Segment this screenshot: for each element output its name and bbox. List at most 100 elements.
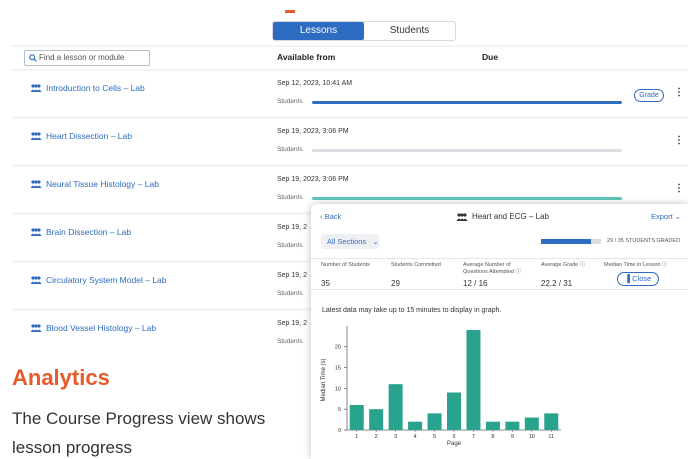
- lesson-title: Heart Dissection – Lab: [46, 131, 132, 141]
- stat-value: 35: [321, 279, 330, 288]
- lesson-title: Brain Dissection – Lab: [46, 227, 132, 237]
- lesson-title: Introduction to Cells – Lab: [46, 83, 145, 93]
- group-icon: [30, 84, 42, 92]
- bar-chart-icon: ▐: [624, 274, 631, 283]
- more-options-icon[interactable]: ⋮: [674, 136, 684, 146]
- stat-median-time: Median Time in Lesson ⓘ: [604, 262, 686, 269]
- bar: [466, 330, 481, 430]
- lesson-name[interactable]: Blood Vessel Histology – Lab: [30, 323, 156, 333]
- x-tick-label: 9: [511, 434, 514, 440]
- stat-label-text: Average Number of Questions Attempted: [463, 262, 515, 275]
- top-bar: Lessons Students: [12, 15, 688, 45]
- progress-fill: [312, 101, 622, 104]
- lesson-name[interactable]: Circulatory System Model – Lab: [30, 275, 166, 285]
- progress-bar: [312, 101, 622, 104]
- students-label: Students: [277, 194, 303, 201]
- back-link[interactable]: ‹ Back: [320, 212, 341, 221]
- card-title-text: Heart and ECG – Lab: [472, 212, 549, 221]
- students-label: Students: [277, 98, 303, 105]
- graded-count: 29 / 35 STUDENTS GRADED: [607, 238, 681, 244]
- accent-mark: [285, 10, 295, 13]
- lesson-row[interactable]: Introduction to Cells – Lab Sep 12, 2023…: [12, 71, 688, 116]
- bar: [408, 421, 423, 430]
- y-tick-label: 15: [335, 366, 341, 372]
- x-tick-label: 1: [355, 434, 358, 440]
- y-tick-label: 20: [335, 345, 341, 351]
- section-select[interactable]: All Sections ⌄: [321, 234, 379, 249]
- graded-progress-bar: [541, 239, 601, 244]
- stat-label-text: Median Time in Lesson: [604, 262, 661, 268]
- bar: [388, 384, 403, 430]
- bar: [485, 421, 500, 430]
- tab-students[interactable]: Students: [364, 22, 455, 40]
- median-time-bar-chart: 0 5 10 15 20 1 2 3 4 5 6 7 8 9 10 11 Page Median Time (s): [321, 326, 561, 447]
- bar: [427, 413, 442, 430]
- description-text: The Course Progress view shows lesson pr…: [12, 409, 266, 457]
- close-button-label: Close: [632, 274, 652, 283]
- stat-label-text: Average Grade: [541, 262, 579, 268]
- x-tick-label: 8: [491, 434, 494, 440]
- stat-label: Median Time in Lesson ⓘ: [604, 262, 686, 269]
- lesson-row[interactable]: Heart Dissection – Lab Sep 19, 2023, 3:0…: [12, 119, 688, 164]
- close-button[interactable]: ▐ Close: [617, 272, 659, 286]
- chevron-down-icon: ⌄: [372, 237, 379, 246]
- analytics-heading: Analytics: [12, 365, 110, 390]
- data-delay-note: Latest data may take up to 15 minutes to…: [322, 307, 502, 314]
- view-tabs: Lessons Students: [272, 21, 456, 41]
- column-available-from: Available from: [277, 52, 336, 62]
- x-tick-label: 5: [433, 434, 436, 440]
- students-label: Students: [277, 290, 303, 297]
- available-date: Sep 19, 2: [277, 224, 307, 231]
- students-label: Students: [277, 338, 303, 345]
- progress-bar: [312, 149, 622, 152]
- stat-label: Number of Students: [321, 262, 370, 268]
- lesson-title: Neural Tissue Histology – Lab: [46, 179, 159, 189]
- info-icon: ⓘ: [579, 262, 586, 268]
- stat-label: Students Committed: [391, 262, 441, 268]
- students-label: Students: [277, 146, 303, 153]
- y-tick-label: 5: [338, 407, 341, 413]
- export-button[interactable]: Export ⌄: [651, 212, 681, 221]
- x-tick-label: 10: [529, 434, 535, 440]
- section-select-label: All Sections: [327, 237, 367, 246]
- available-date: Sep 19, 2: [277, 320, 307, 327]
- group-icon: [30, 228, 42, 236]
- y-tick-label: 0: [338, 428, 341, 434]
- y-tick-label: 10: [335, 386, 341, 392]
- grade-button[interactable]: Grade: [634, 89, 664, 102]
- bar: [524, 417, 539, 430]
- lesson-name[interactable]: Neural Tissue Histology – Lab: [30, 179, 159, 189]
- bar: [349, 405, 364, 430]
- group-icon: [30, 276, 42, 284]
- x-axis-label: Page: [447, 441, 462, 447]
- search-placeholder: Find a lesson or module: [39, 53, 125, 62]
- x-tick-label: 11: [548, 434, 554, 440]
- stat-label: Average Grade ⓘ: [541, 262, 596, 269]
- x-tick-label: 7: [472, 434, 475, 440]
- stat-number-of-students: Number of Students 35: [321, 262, 381, 288]
- info-icon: ⓘ: [662, 262, 668, 268]
- lesson-name[interactable]: Introduction to Cells – Lab: [30, 83, 145, 93]
- more-options-icon[interactable]: ⋮: [674, 88, 684, 98]
- available-date: Sep 19, 2023, 3:06 PM: [277, 176, 349, 183]
- bar: [446, 392, 462, 430]
- stat-value: 22.2 / 31: [541, 279, 573, 288]
- info-icon: ⓘ: [515, 268, 522, 275]
- y-axis-label: Median Time (s): [321, 358, 327, 401]
- available-date: Sep 12, 2023, 10:41 AM: [277, 80, 353, 87]
- available-date: Sep 19, 2023, 3:06 PM: [277, 128, 349, 135]
- lesson-name[interactable]: Brain Dissection – Lab: [30, 227, 131, 237]
- x-tick-label: 6: [452, 434, 455, 440]
- more-options-icon[interactable]: ⋮: [674, 184, 684, 194]
- x-tick-label: 3: [394, 434, 397, 440]
- progress-bar: [312, 197, 622, 200]
- table-header: Find a lesson or module Available from D…: [12, 47, 688, 69]
- lesson-name[interactable]: Heart Dissection – Lab: [30, 131, 132, 141]
- tab-lessons[interactable]: Lessons: [273, 22, 364, 40]
- bar: [505, 421, 520, 430]
- stat-average-grade: Average Grade ⓘ 22.2 / 31: [541, 262, 596, 288]
- students-label: Students: [277, 242, 303, 249]
- stat-value: 12 / 16: [463, 279, 488, 288]
- search-input[interactable]: Find a lesson or module: [24, 50, 150, 66]
- stat-value: 29: [391, 279, 400, 288]
